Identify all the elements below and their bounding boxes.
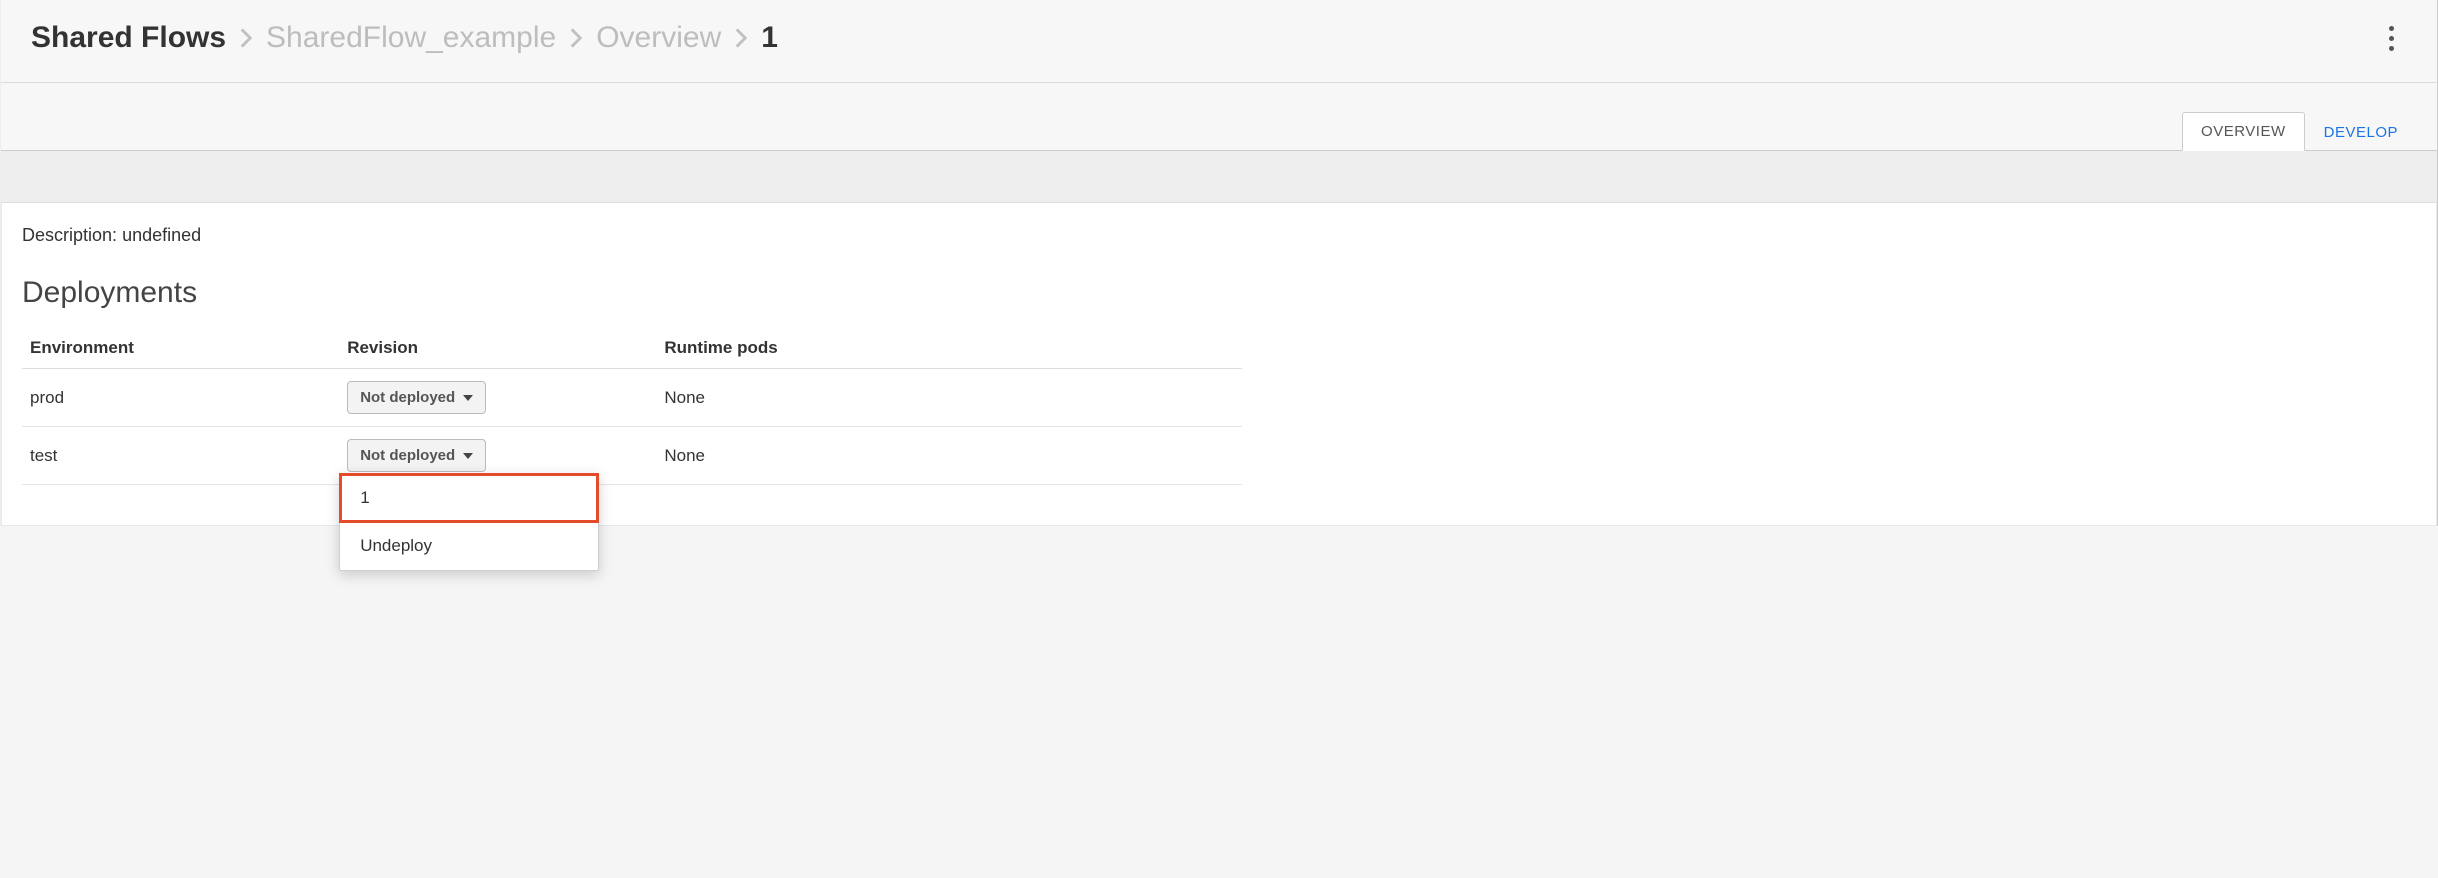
breadcrumb-root[interactable]: Shared Flows xyxy=(31,21,226,55)
revision-select-test[interactable]: Not deployed xyxy=(347,439,486,472)
table-row: prod Not deployed None xyxy=(22,369,1242,427)
col-header-runtime: Runtime pods xyxy=(656,328,1242,369)
description-line: Description: undefined xyxy=(22,225,2416,246)
breadcrumb-section[interactable]: Overview xyxy=(596,21,721,55)
tab-overview[interactable]: OVERVIEW xyxy=(2182,112,2305,151)
runtime-cell: None xyxy=(656,369,1242,427)
tab-develop[interactable]: DEVELOP xyxy=(2305,113,2417,151)
breadcrumb-revision: 1 xyxy=(761,21,778,55)
breadcrumb-flow-name[interactable]: SharedFlow_example xyxy=(266,21,556,55)
deployments-table: Environment Revision Runtime pods prod N… xyxy=(22,328,1242,485)
caret-down-icon xyxy=(463,453,473,459)
runtime-cell: None xyxy=(656,427,1242,485)
revision-select-prod[interactable]: Not deployed xyxy=(347,381,486,414)
deployments-heading: Deployments xyxy=(22,276,2416,310)
dropdown-option-undeploy[interactable]: Undeploy xyxy=(340,522,598,570)
more-actions-menu[interactable] xyxy=(2375,18,2407,58)
chevron-right-icon xyxy=(735,28,747,48)
chevron-right-icon xyxy=(570,28,582,48)
revision-select-label: Not deployed xyxy=(360,389,455,406)
table-row: test Not deployed 1 Undeploy None xyxy=(22,427,1242,485)
dropdown-option-revision-1[interactable]: 1 xyxy=(340,474,598,522)
env-cell: prod xyxy=(22,369,339,427)
description-label: Description: xyxy=(22,225,117,245)
caret-down-icon xyxy=(463,395,473,401)
toolbar-spacer xyxy=(1,151,2437,203)
col-header-revision: Revision xyxy=(339,328,656,369)
chevron-right-icon xyxy=(240,28,252,48)
description-value: undefined xyxy=(122,225,201,245)
revision-select-label: Not deployed xyxy=(360,447,455,464)
col-header-environment: Environment xyxy=(22,328,339,369)
breadcrumb: Shared Flows SharedFlow_example Overview… xyxy=(31,21,778,55)
revision-dropdown: 1 Undeploy xyxy=(339,473,599,571)
env-cell: test xyxy=(22,427,339,485)
